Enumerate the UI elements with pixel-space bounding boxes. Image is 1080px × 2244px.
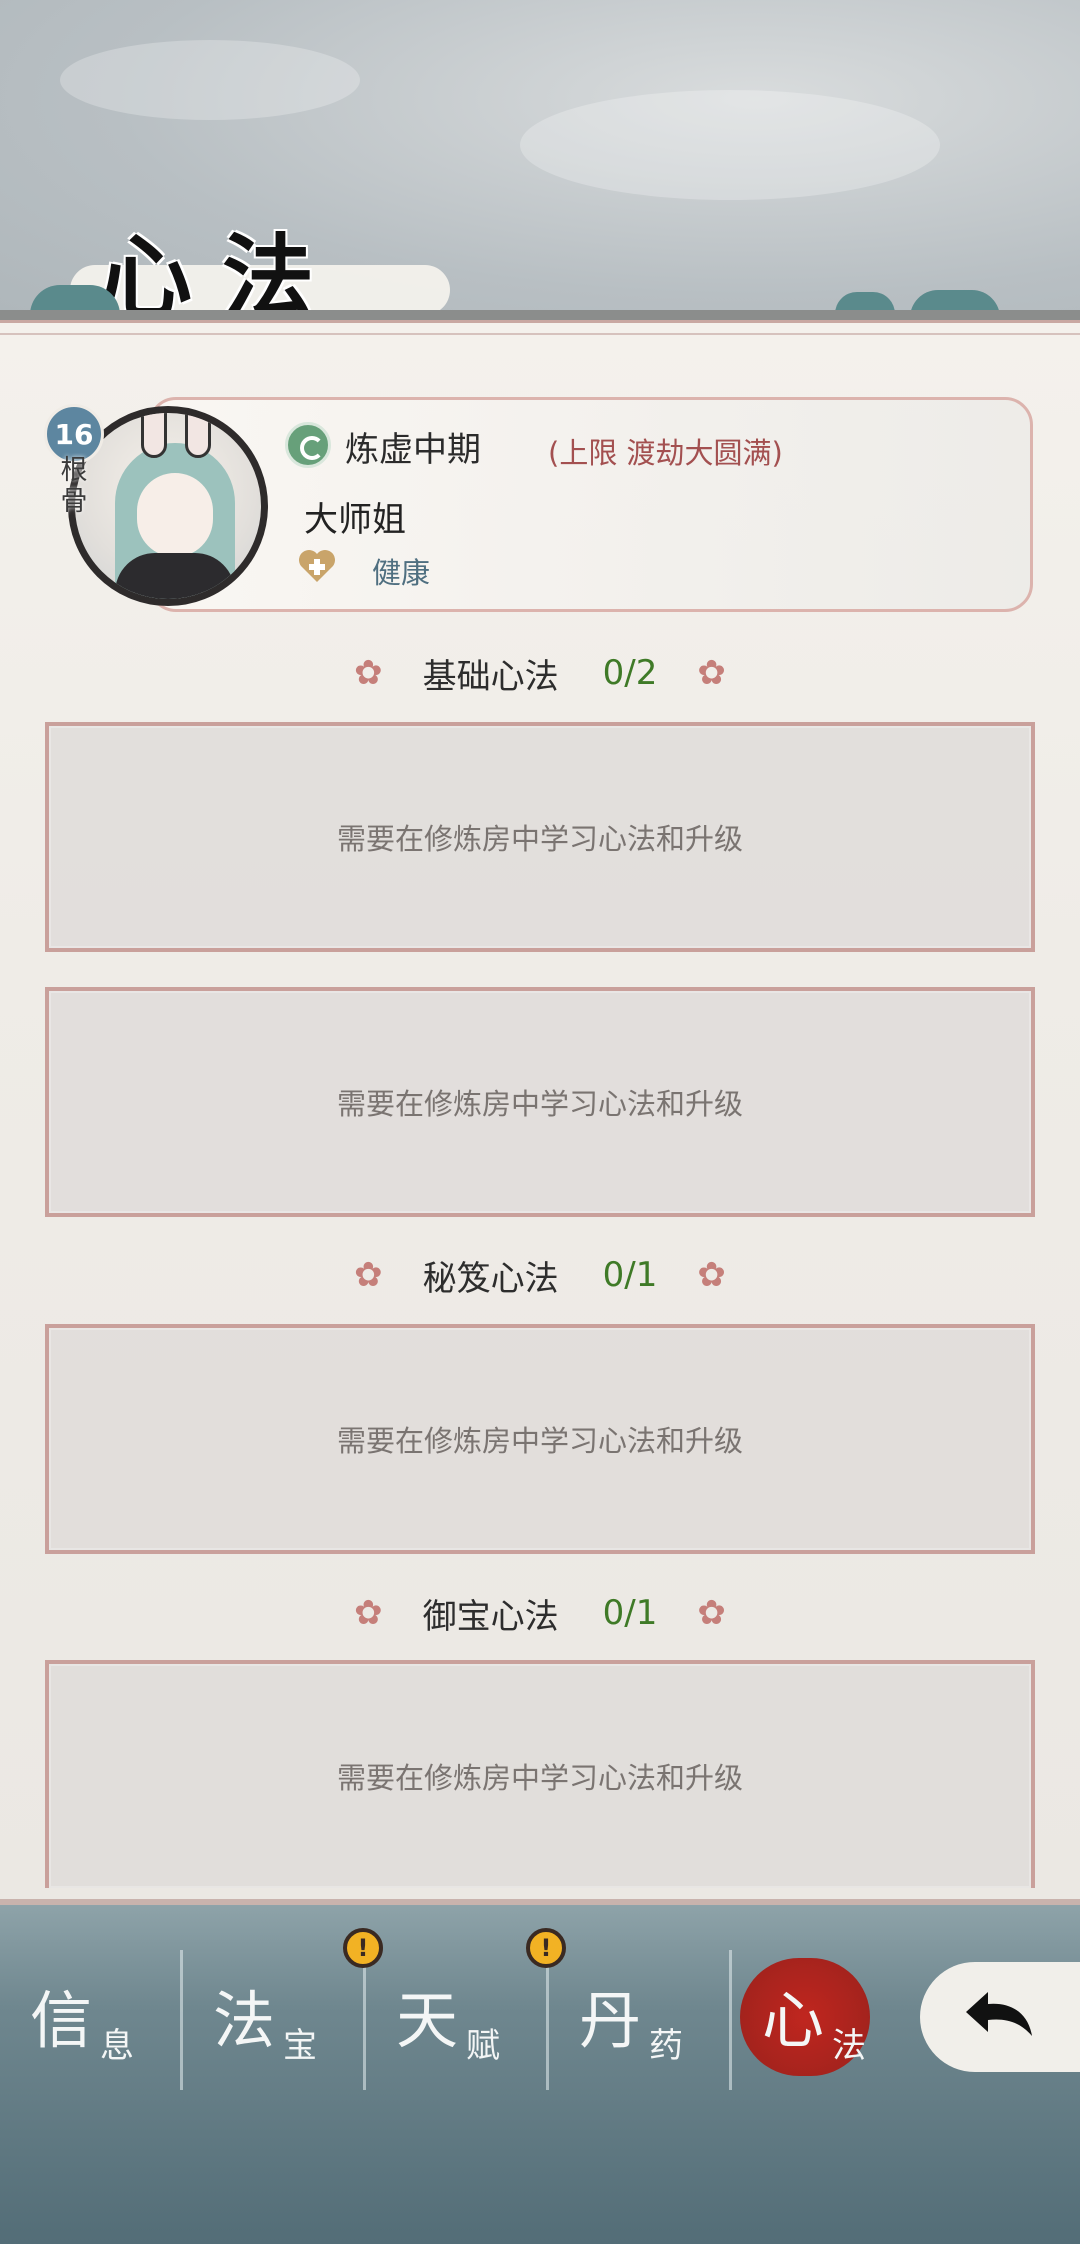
skill-slot[interactable]: 需要在修炼房中学习心法和升级	[45, 1660, 1035, 1888]
root-bone-label: 根骨	[60, 455, 88, 517]
character-name: 大师姐	[304, 500, 406, 540]
page-title: 心 法	[100, 215, 360, 332]
tab-label-sub: 药	[649, 2026, 683, 2066]
slot-hint: 需要在修炼房中学习心法和升级	[336, 822, 743, 856]
alert-icon: !	[526, 1928, 566, 1968]
avatar-ear	[185, 413, 211, 458]
section-count: 0/1	[602, 1255, 658, 1295]
section-header-basic: ✿ 基础心法 0/2 ✿	[0, 648, 1080, 698]
flower-icon: ✿	[354, 1593, 383, 1633]
section-header-treasure: ✿ 御宝心法 0/1 ✿	[0, 1588, 1080, 1638]
section-title: 基础心法	[422, 656, 559, 697]
alert-icon: !	[343, 1928, 383, 1968]
realm-icon	[285, 422, 331, 468]
section-count: 0/2	[602, 653, 658, 693]
health-status: 健康	[372, 556, 431, 590]
tab-label-sub: 法	[832, 2026, 866, 2066]
tab-mind-method[interactable]: 心 法	[732, 1950, 915, 2090]
tab-talent[interactable]: ! 天 赋	[366, 1928, 566, 2090]
realm-text: 炼虚中期	[345, 430, 481, 470]
flower-icon: ✿	[354, 1255, 383, 1295]
health-heart-icon	[297, 548, 337, 584]
tab-label-main: 信	[30, 1984, 93, 2057]
slot-hint: 需要在修炼房中学习心法和升级	[336, 1761, 743, 1795]
flower-icon: ✿	[354, 653, 383, 693]
tab-label-sub: 赋	[466, 2026, 500, 2066]
tab-elixir[interactable]: 丹 药	[549, 1950, 732, 2090]
header-divider	[0, 310, 1080, 320]
flower-icon: ✿	[697, 1593, 726, 1633]
tab-label-sub: 息	[100, 2026, 134, 2066]
skill-slot[interactable]: 需要在修炼房中学习心法和升级	[45, 722, 1035, 952]
back-button[interactable]	[920, 1962, 1080, 2072]
tab-label-main: 法	[213, 1984, 276, 2057]
tab-info[interactable]: 信 息	[0, 1950, 183, 2090]
section-title: 秘笈心法	[422, 1258, 559, 1299]
avatar-robe	[115, 553, 235, 599]
panel-border	[0, 333, 1080, 335]
avatar-face	[137, 473, 213, 557]
back-arrow-icon	[958, 1984, 1038, 2050]
skill-slot[interactable]: 需要在修炼房中学习心法和升级	[45, 987, 1035, 1217]
skill-slot[interactable]: 需要在修炼房中学习心法和升级	[45, 1324, 1035, 1554]
section-count: 0/1	[602, 1593, 658, 1633]
flower-icon: ✿	[697, 1255, 726, 1295]
tab-label-main: 丹	[579, 1984, 642, 2057]
avatar-ear	[141, 413, 167, 458]
tab-label-main: 心	[762, 1984, 825, 2057]
slot-hint: 需要在修炼房中学习心法和升级	[336, 1087, 743, 1121]
realm-limit-text: (上限 渡劫大圆满)	[548, 436, 783, 470]
section-header-secret: ✿ 秘笈心法 0/1 ✿	[0, 1250, 1080, 1300]
section-title: 御宝心法	[422, 1596, 559, 1637]
slot-hint: 需要在修炼房中学习心法和升级	[336, 1424, 743, 1458]
cloud	[520, 90, 940, 200]
flower-icon: ✿	[697, 653, 726, 693]
tab-label-main: 天	[396, 1984, 459, 2057]
bottom-nav: 信 息 ! 法 宝 ! 天 赋 丹 药 心 法	[0, 1928, 1080, 2090]
tab-treasure[interactable]: ! 法 宝	[183, 1928, 383, 2090]
cloud	[60, 40, 360, 120]
tab-label-sub: 宝	[283, 2026, 317, 2066]
